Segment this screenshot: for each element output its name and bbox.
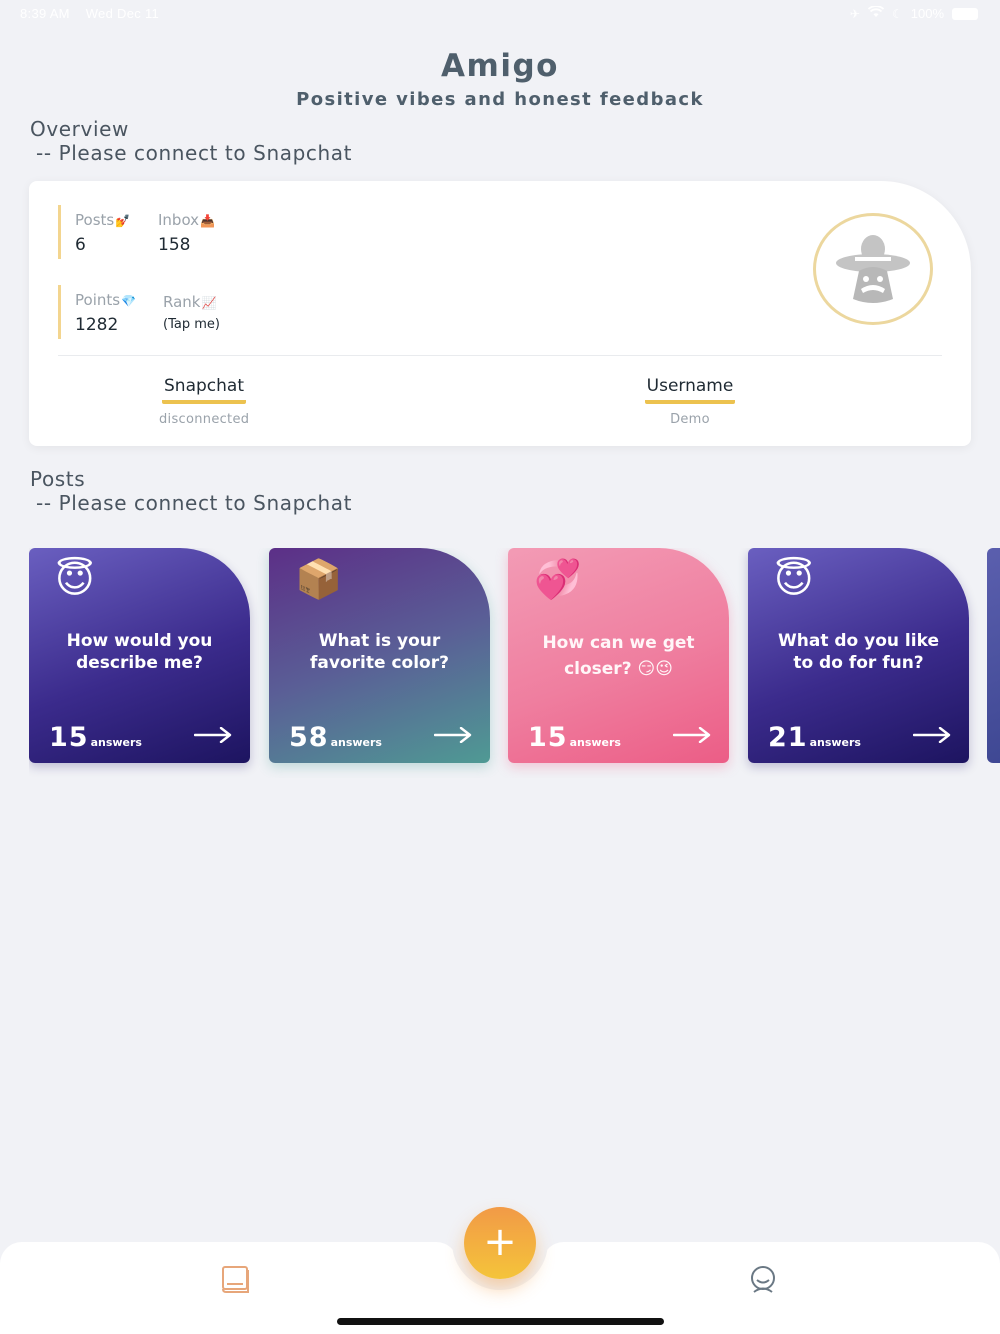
username-value: Demo bbox=[670, 412, 710, 427]
chart-increasing-icon: 📈 bbox=[201, 296, 217, 310]
post-answer-count: 15 answers bbox=[528, 722, 621, 753]
snapchat-status: disconnected bbox=[159, 412, 250, 427]
diamond-icon: 💎 bbox=[121, 294, 137, 308]
posts-subtitle: -- Please connect to Snapchat bbox=[36, 491, 353, 515]
post-question: What do you like to do for fun? bbox=[778, 631, 939, 673]
username-label: Username bbox=[644, 376, 736, 404]
status-date: Wed Dec 11 bbox=[85, 6, 160, 21]
status-bar: 8:39 AM Wed Dec 11 ✈ ☾ 100% bbox=[0, 0, 1000, 28]
post-card[interactable]: 😇 What do you like to do for fun? 21 answ… bbox=[748, 548, 969, 763]
battery-icon bbox=[952, 7, 978, 20]
overview-card: Posts💅 6 Inbox📥 158 Points💎 1282 Rank📈 (… bbox=[29, 181, 971, 446]
overview-subtitle: -- Please connect to Snapchat bbox=[36, 141, 353, 165]
post-question: How can we get closer? 😏😉 bbox=[542, 633, 695, 679]
post-answer-count: 21 answers bbox=[768, 722, 861, 753]
stats-group-posts-inbox: Posts💅 6 Inbox📥 158 bbox=[58, 205, 215, 259]
post-card[interactable]: 📦 What is your favorite color? 58 answers bbox=[269, 548, 490, 763]
posts-heading: Posts -- Please connect to Snapchat bbox=[30, 467, 352, 515]
airplane-icon: ✈ bbox=[849, 6, 860, 21]
avatar[interactable] bbox=[813, 213, 933, 325]
answer-count-unit: answers bbox=[90, 736, 142, 749]
post-card[interactable]: 💞 How can we get closer? 😏😉 15 answers bbox=[508, 548, 729, 763]
stats-group-points-rank: Points💎 1282 Rank📈 (Tap me) bbox=[58, 285, 220, 339]
posts-title: Posts bbox=[30, 467, 86, 491]
post-card[interactable]: 😇 How would you describe me? 15 answers bbox=[29, 548, 250, 763]
arrow-right-icon[interactable] bbox=[434, 727, 472, 743]
rank-stat[interactable]: Rank📈 (Tap me) bbox=[163, 293, 273, 332]
battery-percent: 100% bbox=[910, 6, 944, 21]
tab-profile[interactable] bbox=[748, 1265, 778, 1299]
snapchat-tab[interactable]: Snapchat disconnected bbox=[159, 376, 249, 427]
inbox-value: 158 bbox=[158, 235, 191, 255]
snapchat-label: Snapchat bbox=[162, 376, 246, 404]
nail-polish-icon: 💅 bbox=[115, 214, 131, 228]
smiling-halo-icon: 😇 bbox=[774, 557, 814, 601]
post-answer-count: 15 answers bbox=[49, 722, 142, 753]
arrow-right-icon[interactable] bbox=[673, 727, 711, 743]
answer-count-unit: answers bbox=[330, 736, 382, 749]
answer-count-number: 15 bbox=[528, 722, 568, 753]
moon-icon: ☾ bbox=[891, 6, 903, 21]
revolving-hearts-icon: 💞 bbox=[534, 557, 582, 601]
overview-title: Overview bbox=[30, 117, 129, 141]
book-icon bbox=[222, 1266, 249, 1293]
app-title: Amigo bbox=[441, 48, 559, 84]
post-card-partial[interactable] bbox=[987, 548, 1000, 763]
posts-carousel[interactable]: 😇 How would you describe me? 15 answers 📦… bbox=[29, 548, 1000, 778]
inbox-label: Inbox📥 bbox=[158, 211, 215, 229]
status-time: 8:39 AM bbox=[20, 6, 70, 21]
answer-count-number: 21 bbox=[768, 722, 808, 753]
card-divider bbox=[58, 355, 942, 356]
answer-count-unit: answers bbox=[569, 736, 621, 749]
status-right: ✈ ☾ 100% bbox=[849, 5, 978, 21]
inbox-icon: 📥 bbox=[200, 214, 215, 228]
post-answer-count: 58 answers bbox=[289, 722, 382, 753]
add-post-button[interactable]: + bbox=[464, 1207, 536, 1279]
inbox-stat[interactable]: Inbox📥 158 bbox=[158, 211, 268, 255]
package-icon: 📦 bbox=[295, 557, 343, 601]
status-left: 8:39 AM Wed Dec 11 bbox=[20, 6, 171, 21]
answer-count-number: 15 bbox=[49, 722, 89, 753]
answer-count-unit: answers bbox=[809, 736, 861, 749]
sombrero-ghost-icon bbox=[836, 235, 910, 303]
username-tab[interactable]: Username Demo bbox=[641, 376, 739, 427]
rank-label: Rank📈 bbox=[163, 293, 217, 311]
arrow-right-icon[interactable] bbox=[194, 727, 232, 743]
post-question: How would you describe me? bbox=[66, 631, 213, 673]
tab-posts[interactable] bbox=[220, 1264, 252, 1298]
smiling-halo-icon: 😇 bbox=[55, 557, 95, 601]
app-subtitle: Positive vibes and honest feedback bbox=[296, 89, 704, 110]
wifi-icon bbox=[867, 5, 885, 21]
rank-value: (Tap me) bbox=[163, 317, 220, 332]
answer-count-number: 58 bbox=[289, 722, 329, 753]
user-icon bbox=[751, 1266, 775, 1293]
post-question: What is your favorite color? bbox=[310, 631, 449, 673]
home-indicator bbox=[337, 1318, 664, 1325]
overview-heading: Overview -- Please connect to Snapchat bbox=[30, 117, 352, 165]
arrow-right-icon[interactable] bbox=[913, 727, 951, 743]
